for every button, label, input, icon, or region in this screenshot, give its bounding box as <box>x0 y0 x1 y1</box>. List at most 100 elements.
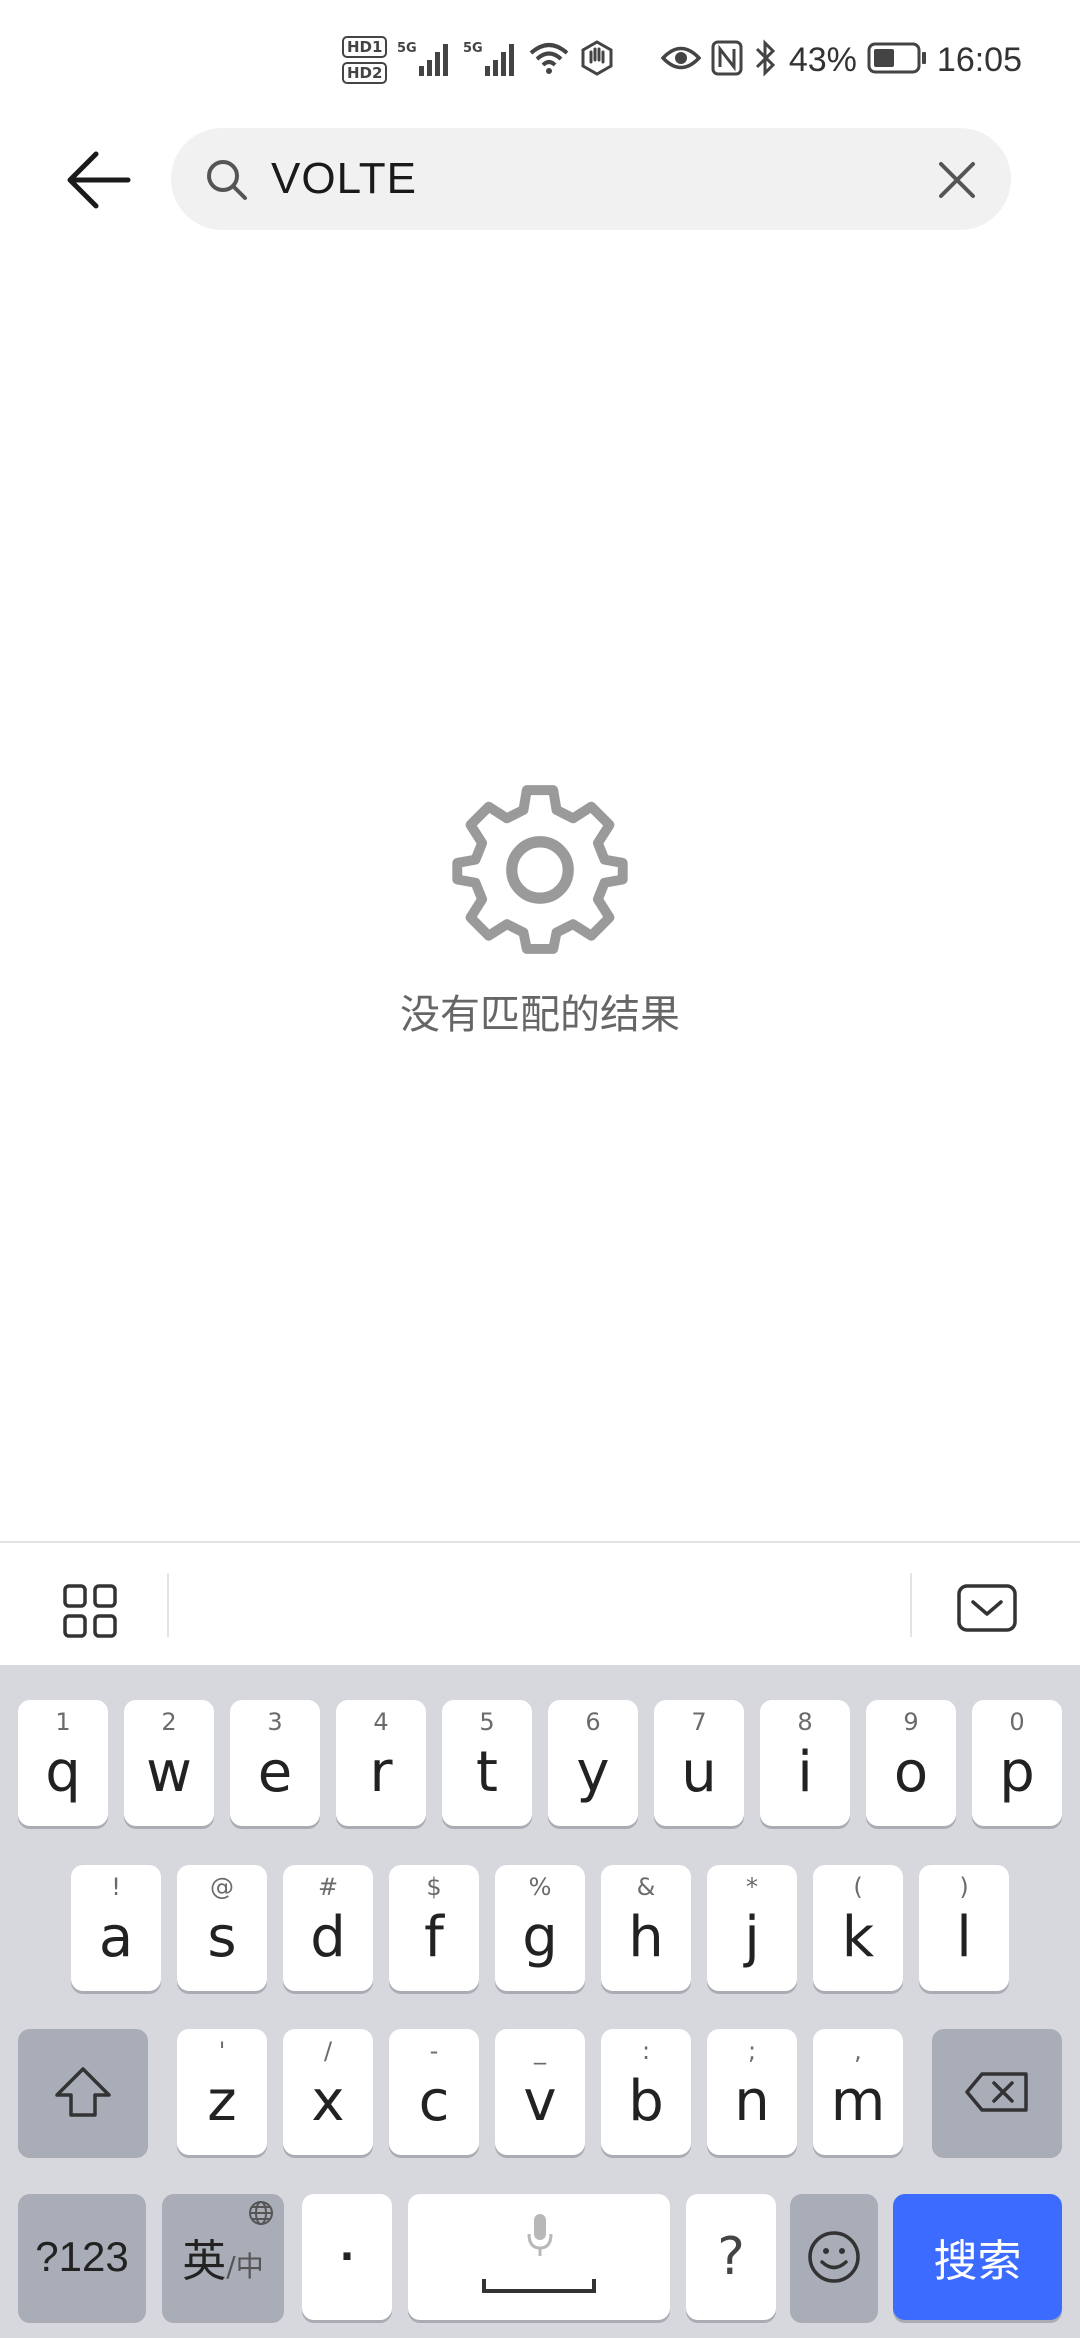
key-hint: , <box>854 2037 862 2065</box>
dot-key-label: · <box>339 2234 355 2280</box>
shift-icon <box>18 2029 148 2155</box>
shift-key[interactable] <box>18 2029 148 2155</box>
key-v[interactable]: _ v <box>495 2029 585 2155</box>
status-bar-left: HD1 HD2 5G 5G <box>342 30 615 90</box>
search-bar[interactable]: VOLTE <box>171 128 1011 230</box>
key-z[interactable]: ' z <box>177 2029 267 2155</box>
hand-icon <box>579 40 615 80</box>
key-y[interactable]: 6y <box>548 1700 638 1826</box>
key-j[interactable]: * j <box>707 1865 797 1991</box>
search-input[interactable]: VOLTE <box>271 154 417 204</box>
battery-percent: 43% <box>788 40 857 79</box>
dot-key[interactable]: · <box>302 2194 392 2320</box>
key-d[interactable]: # d <box>283 1865 373 1991</box>
apps-grid-icon[interactable] <box>62 1583 118 1643</box>
key-s[interactable]: @ s <box>177 1865 267 1991</box>
question-key[interactable]: ? <box>686 2194 776 2320</box>
key-t[interactable]: 5t <box>442 1700 532 1826</box>
clear-icon[interactable] <box>933 156 981 204</box>
key-label: r <box>369 1740 393 1805</box>
key-label: l <box>956 1905 972 1970</box>
language-key-label: 英/中 <box>182 2225 263 2289</box>
keyboard-toolbar <box>0 1541 1080 1667</box>
search-key[interactable]: 搜索 <box>893 2194 1062 2320</box>
backspace-key[interactable] <box>932 2029 1062 2155</box>
key-hint: $ <box>426 1873 442 1901</box>
key-q[interactable]: 1q <box>18 1700 108 1826</box>
key-hint: 1 <box>55 1708 71 1736</box>
key-x[interactable]: / x <box>283 2029 373 2155</box>
nfc-icon <box>711 40 743 80</box>
back-arrow-icon <box>67 151 131 209</box>
key-hint: ; <box>747 2037 757 2065</box>
key-u[interactable]: 7u <box>654 1700 744 1826</box>
numbers-key[interactable]: ?123 <box>18 2194 146 2320</box>
space-key[interactable] <box>408 2194 670 2320</box>
emoji-key[interactable] <box>790 2194 878 2320</box>
key-hint: ! <box>111 1873 121 1901</box>
key-n[interactable]: ; n <box>707 2029 797 2155</box>
key-hint: & <box>636 1873 656 1901</box>
key-e[interactable]: 3e <box>230 1700 320 1826</box>
key-w[interactable]: 2w <box>124 1700 214 1826</box>
key-a[interactable]: ! a <box>71 1865 161 1991</box>
key-c[interactable]: -c <box>389 2029 479 2155</box>
key-label: q <box>45 1740 81 1805</box>
key-label: j <box>744 1905 760 1970</box>
key-m[interactable]: ,m <box>813 2029 903 2155</box>
key-label: p <box>999 1740 1035 1805</box>
wifi-icon <box>529 41 569 79</box>
hd2-badge: HD2 <box>342 62 388 84</box>
hd1-badge: HD1 <box>342 36 388 58</box>
microphone-icon <box>525 2212 555 2262</box>
key-b[interactable]: :b <box>601 2029 691 2155</box>
key-p[interactable]: 0p <box>972 1700 1062 1826</box>
status-bar: HD1 HD2 5G 5G 43% 16:05 <box>0 0 1080 120</box>
key-h[interactable]: & h <box>601 1865 691 1991</box>
key-label: o <box>893 1740 929 1805</box>
key-o[interactable]: 9o <box>866 1700 956 1826</box>
key-label: h <box>628 1905 664 1970</box>
emoji-icon <box>790 2194 878 2320</box>
key-label: z <box>207 2069 237 2134</box>
key-label: a <box>98 1905 134 1970</box>
key-label: y <box>576 1740 610 1805</box>
eye-icon <box>660 43 702 77</box>
key-hint: ( <box>853 1873 863 1901</box>
search-icon <box>205 158 249 206</box>
language-sub: /中 <box>226 2250 264 2283</box>
hide-keyboard-icon[interactable] <box>956 1583 1018 1637</box>
signal1-icon: 5G <box>397 38 453 82</box>
key-l[interactable]: ) l <box>919 1865 1009 1991</box>
key-hint: @ <box>210 1873 234 1901</box>
gear-icon <box>446 776 634 964</box>
key-hint: 8 <box>797 1708 813 1736</box>
toolbar-divider <box>910 1573 912 1637</box>
question-key-label: ? <box>717 2227 745 2287</box>
key-hint: 6 <box>585 1708 601 1736</box>
hd-badges: HD1 HD2 <box>342 36 388 84</box>
key-r[interactable]: 4r <box>336 1700 426 1826</box>
keyboard: 1q 2w 3e 4r 5t 6y 7u 8i 9o 0p ! a @ s # d $… <box>0 1665 1080 2338</box>
key-hint: % <box>528 1873 552 1901</box>
language-key[interactable]: 英/中 <box>162 2194 284 2320</box>
key-label: n <box>734 2069 770 2134</box>
key-i[interactable]: 8i <box>760 1700 850 1826</box>
key-label: v <box>523 2069 557 2134</box>
key-hint: # <box>317 1873 339 1901</box>
back-button[interactable] <box>58 140 148 220</box>
key-label: f <box>424 1905 444 1970</box>
key-g[interactable]: % g <box>495 1865 585 1991</box>
key-label: u <box>681 1740 717 1805</box>
key-label: t <box>476 1740 498 1805</box>
key-label: m <box>830 2069 886 2134</box>
key-f[interactable]: $ f <box>389 1865 479 1991</box>
key-hint: / <box>323 2037 333 2065</box>
key-hint: 7 <box>691 1708 707 1736</box>
key-hint: 5 <box>479 1708 495 1736</box>
key-hint: 3 <box>267 1708 283 1736</box>
key-k[interactable]: (k <box>813 1865 903 1991</box>
key-hint: * <box>746 1873 758 1901</box>
numbers-key-label: ?123 <box>35 2233 129 2280</box>
key-hint: : <box>641 2037 651 2065</box>
